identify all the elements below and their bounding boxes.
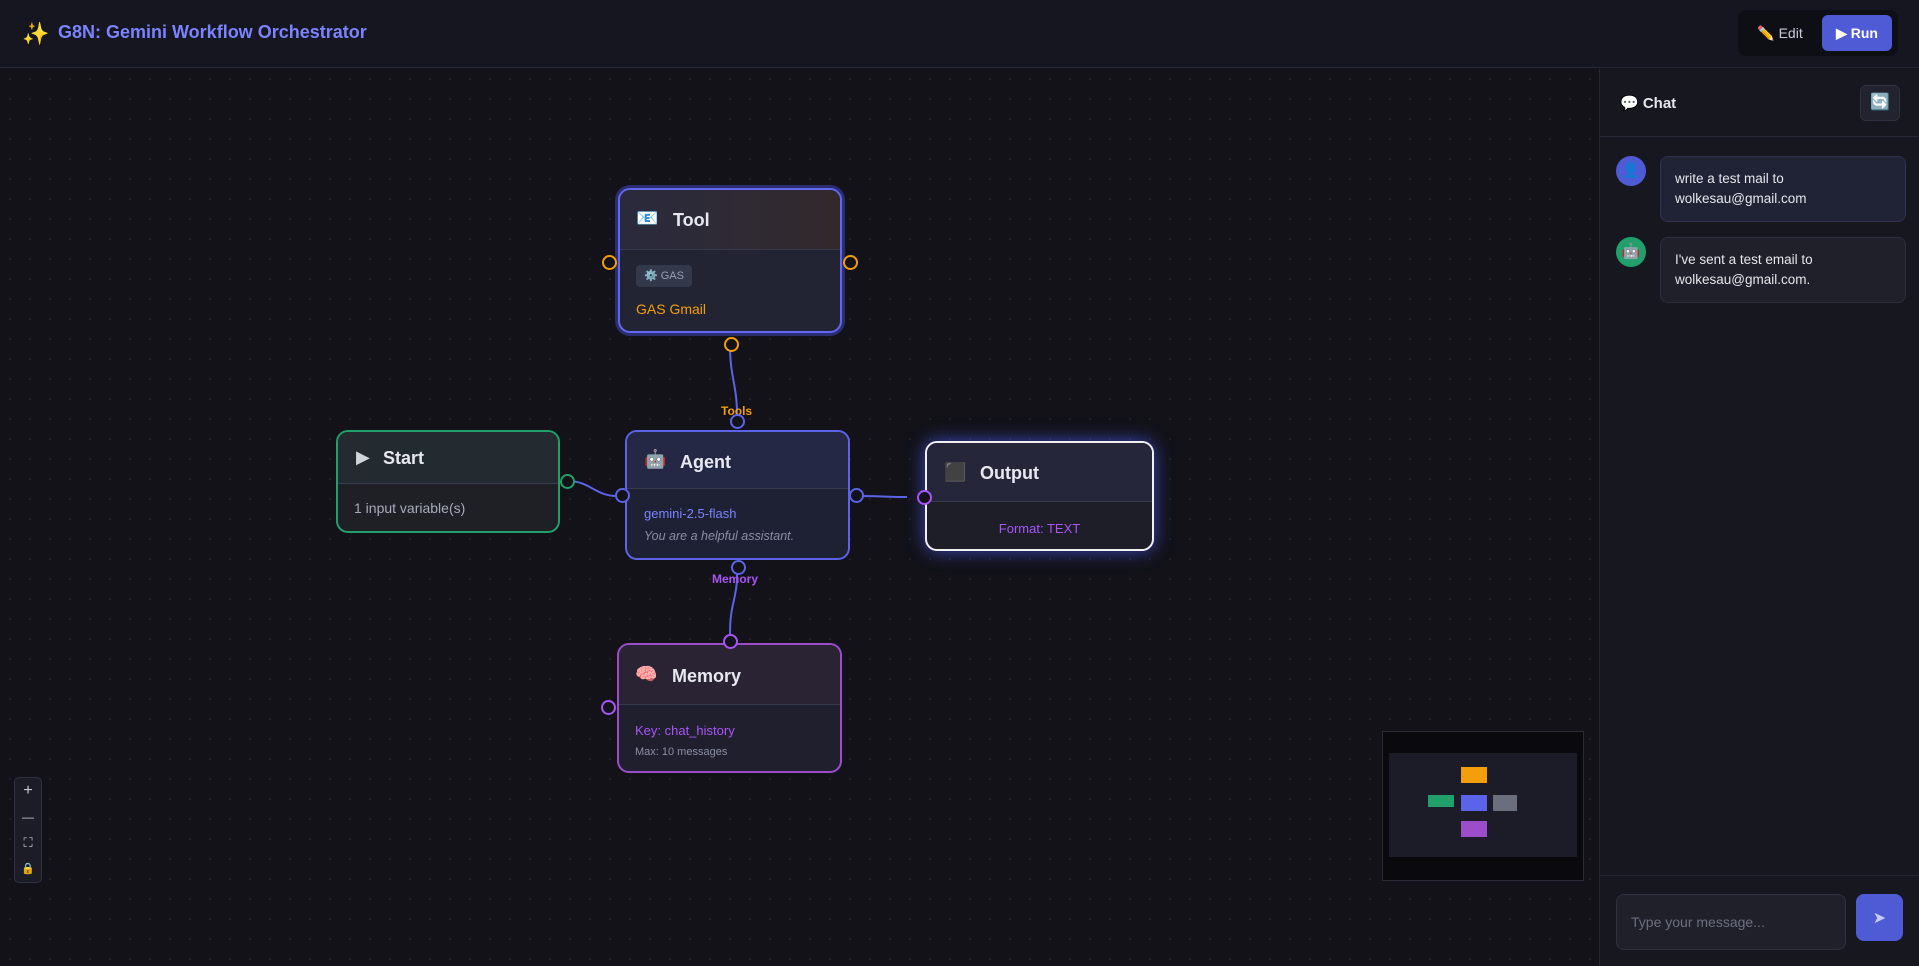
agent-handle-bottom[interactable]	[731, 560, 746, 575]
output-node-header: ⬛ Output	[927, 443, 1152, 502]
tool-name: GAS Gmail	[636, 301, 707, 317]
tool-handle-right[interactable]	[843, 255, 858, 270]
fit-view-button[interactable]: ⛶	[15, 830, 41, 856]
minimap-viewport	[1389, 753, 1577, 857]
reset-chat-button[interactable]: 🔄	[1860, 85, 1900, 121]
start-node-info: 1 input variable(s)	[354, 500, 466, 516]
terminal-icon: ⬛	[944, 462, 967, 482]
agent-handle-left[interactable]	[615, 488, 630, 503]
tool-handle-left[interactable]	[602, 255, 617, 270]
minimap-node-output	[1493, 795, 1517, 811]
start-node-title: Start	[383, 448, 425, 468]
minimap-node-agent	[1461, 795, 1487, 811]
robot-icon: 🤖	[644, 449, 667, 469]
minimap[interactable]	[1382, 731, 1584, 881]
sparkles-icon: ✨	[22, 21, 50, 46]
envelope-icon: 📧	[636, 208, 659, 228]
minimap-node-memory	[1461, 821, 1487, 837]
play-icon: ▶	[356, 447, 370, 467]
memory-node-title: Memory	[672, 666, 742, 686]
chat-message-text: write a test mail to wolkesau@gmail.com	[1660, 156, 1906, 222]
agent-prompt: You are a helpful assistant.	[644, 529, 795, 543]
tool-node-title: Tool	[673, 210, 710, 230]
agent-handle-tools[interactable]	[730, 414, 745, 429]
chat-input-area: ➤	[1600, 875, 1919, 966]
zoom-out-button[interactable]: —	[15, 804, 41, 830]
start-node-header: ▶ Start	[338, 432, 558, 484]
tool-node[interactable]: 📧 Tool ⚙️ GAS GAS Gmail	[602, 188, 858, 352]
agent-node-title: Agent	[680, 452, 731, 472]
output-node[interactable]: ⬛ Output Format: TEXT	[917, 441, 1154, 551]
memory-handle-top[interactable]	[723, 634, 738, 649]
tool-node-header: 📧 Tool	[620, 190, 840, 250]
start-node[interactable]: ▶ Start 1 input variable(s)	[336, 430, 575, 533]
zoom-in-button[interactable]: +	[15, 778, 41, 804]
chat-message-input[interactable]	[1616, 894, 1846, 950]
app-title: G8N: Gemini Workflow Orchestrator	[58, 22, 367, 42]
zoom-controls: + — ⛶ 🔒	[14, 777, 42, 883]
tool-handle-bottom[interactable]	[724, 337, 739, 352]
memory-key: Key: chat_history	[635, 723, 735, 738]
memory-max: Max: 10 messages	[635, 746, 728, 758]
output-format: Format: TEXT	[998, 521, 1081, 536]
bot-avatar-icon: 🤖	[1616, 237, 1646, 267]
chat-message-text: I've sent a test email to wolkesau@gmail…	[1660, 237, 1906, 303]
top-bar: ✨ G8N: Gemini Workflow Orchestrator ✏️ E…	[0, 0, 1919, 68]
gas-badge: ⚙️ GAS	[636, 265, 692, 287]
chat-title: 💬 Chat	[1620, 95, 1677, 112]
output-node-title: Output	[980, 463, 1039, 483]
chat-header: 💬 Chat 🔄	[1600, 69, 1919, 137]
lock-button[interactable]: 🔒	[15, 856, 41, 882]
memory-handle-left[interactable]	[601, 700, 616, 715]
edit-button[interactable]: ✏️ Edit	[1750, 15, 1810, 51]
agent-model: gemini-2.5-flash	[644, 506, 737, 521]
minimap-node-start	[1428, 795, 1454, 807]
start-handle-right[interactable]	[560, 474, 575, 489]
chat-panel: 💬 Chat 🔄 👤 write a test mail to wolkesau…	[1599, 69, 1919, 966]
agent-node-header: 🤖 Agent	[627, 432, 848, 489]
minimap-node-tool	[1461, 767, 1487, 783]
send-button[interactable]: ➤	[1856, 894, 1903, 941]
edge-start-agent	[567, 480, 618, 497]
edge-agent-output	[857, 495, 908, 498]
agent-node[interactable]: 🤖 Agent gemini-2.5-flash You are a helpf…	[615, 430, 864, 575]
output-handle-left[interactable]	[917, 490, 932, 505]
mode-toggle-group: ✏️ Edit ▶ Run	[1738, 10, 1898, 56]
memory-node-header: 🧠 Memory	[619, 645, 840, 705]
agent-handle-right[interactable]	[849, 488, 864, 503]
memory-node[interactable]: 🧠 Memory Key: chat_history Max: 10 messa…	[601, 634, 842, 773]
user-avatar-icon: 👤	[1616, 156, 1646, 186]
brain-icon: 🧠	[635, 664, 658, 684]
run-button[interactable]: ▶ Run	[1822, 15, 1892, 51]
